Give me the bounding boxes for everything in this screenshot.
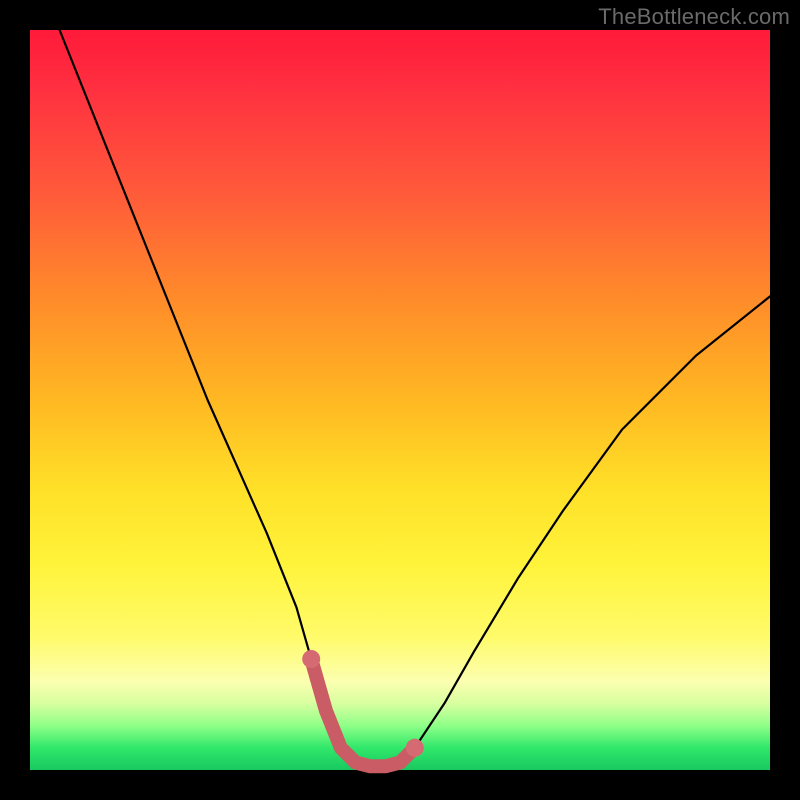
bottleneck-curve-path	[60, 30, 770, 766]
plot-area	[30, 30, 770, 770]
highlight-band-path	[311, 659, 415, 766]
highlight-endpoint-dot	[406, 739, 424, 757]
watermark-text: TheBottleneck.com	[598, 4, 790, 30]
highlight-endpoint-dot	[302, 650, 320, 668]
curve-layer	[30, 30, 770, 770]
chart-frame: TheBottleneck.com	[0, 0, 800, 800]
